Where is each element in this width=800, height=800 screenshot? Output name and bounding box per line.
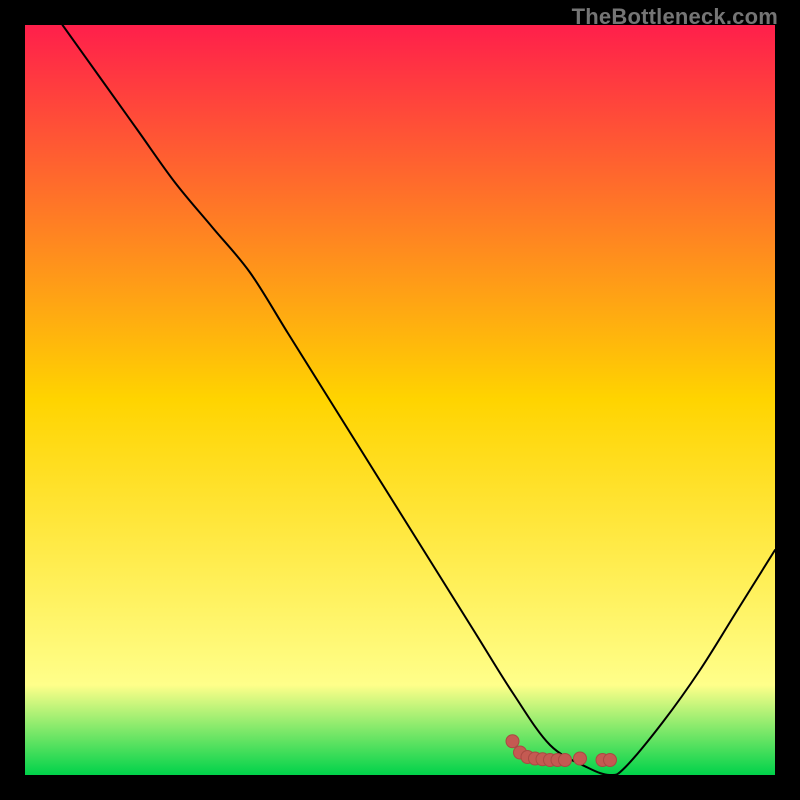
gradient-background: [25, 25, 775, 775]
plot-area: [25, 25, 775, 775]
chart-frame: TheBottleneck.com: [0, 0, 800, 800]
marker-point: [506, 735, 519, 748]
chart-svg: [25, 25, 775, 775]
marker-point: [574, 752, 587, 765]
marker-point: [559, 754, 572, 767]
marker-point: [604, 754, 617, 767]
